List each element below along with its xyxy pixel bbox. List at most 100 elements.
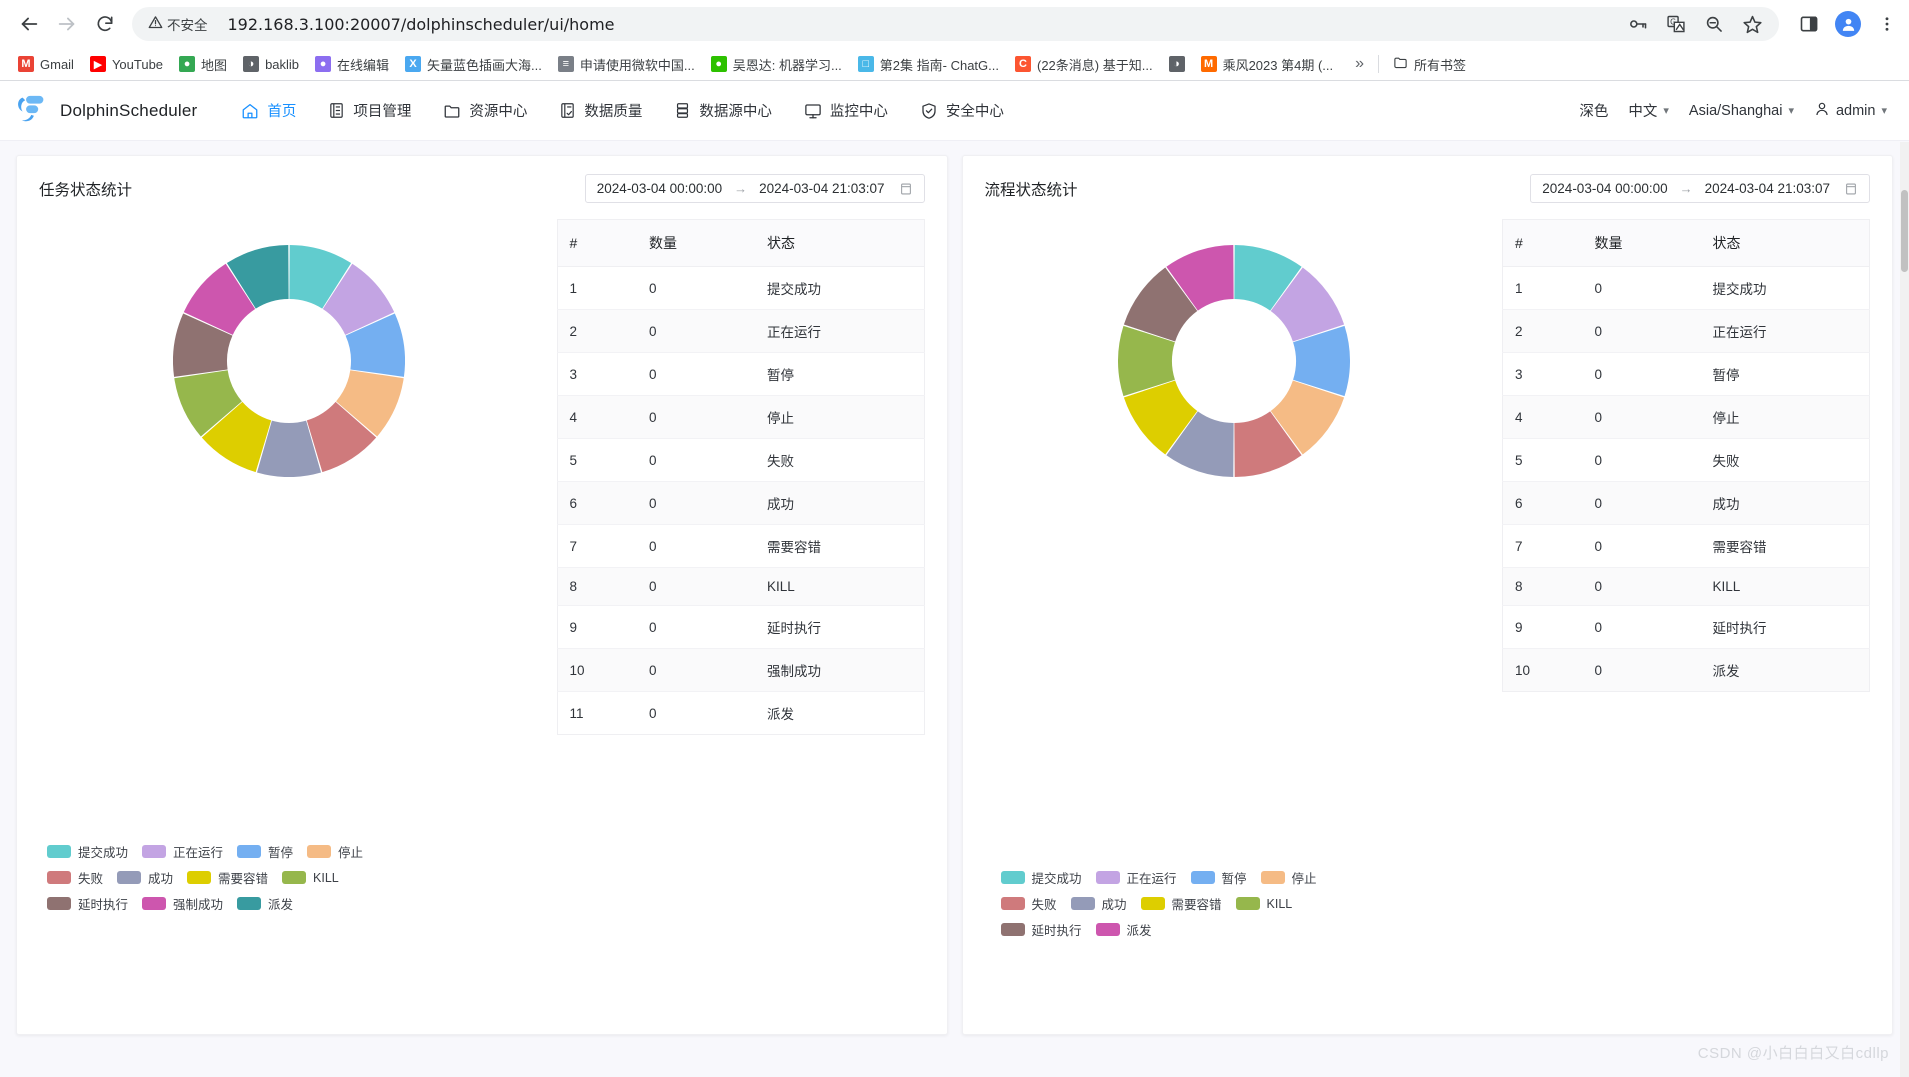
nav-item-2[interactable]: 项目管理 [314, 92, 425, 129]
cell-index: 3 [557, 352, 637, 396]
legend-item[interactable]: KILL [282, 868, 339, 887]
calendar-icon[interactable] [899, 182, 913, 196]
legend-item[interactable]: 正在运行 [1095, 868, 1177, 887]
bookmark-item[interactable]: C (22条消息) 基于知... [1007, 51, 1161, 78]
bookmark-item[interactable]: ● 吴恩达: 机器学习... [703, 51, 850, 78]
bookmark-item[interactable]: X 矢量蓝色插画大海... [397, 51, 550, 78]
back-arrow-icon[interactable] [12, 7, 46, 41]
legend-label: 停止 [338, 846, 364, 860]
cell-status: 成功 [1700, 481, 1870, 525]
donut-chart[interactable] [21, 219, 557, 735]
bookmarks-overflow-button[interactable]: » [1347, 51, 1372, 77]
legend-item[interactable]: 停止 [1260, 868, 1317, 887]
date-range-start[interactable]: 2024-03-04 00:00:00 [1542, 181, 1667, 196]
legend-item[interactable]: 派发 [1095, 920, 1152, 939]
legend-item[interactable]: 正在运行 [142, 842, 223, 861]
bookmark-item[interactable]: M Gmail [10, 52, 82, 76]
date-range-end[interactable]: 2024-03-04 21:03:07 [1705, 181, 1830, 196]
cell-count: 0 [1582, 309, 1701, 353]
cell-status: 暂停 [755, 352, 924, 396]
wechat-green-icon: ● [710, 56, 727, 72]
timezone-selector[interactable]: Asia/Shanghai ▾ [1689, 103, 1794, 119]
forward-arrow-icon[interactable] [50, 7, 84, 41]
bookmark-item[interactable]: ◑ baklib [235, 52, 307, 76]
cell-count: 0 [637, 438, 755, 482]
cell-count: 0 [637, 524, 755, 568]
legend-item[interactable]: 延时执行 [47, 894, 128, 913]
reload-icon[interactable] [88, 7, 122, 41]
chart-legend: 提交成功 正在运行 暂停 停止失败 成功 需要容错 KILL 延时执行 强制成功 派发 [27, 842, 447, 913]
legend-item[interactable]: 停止 [307, 842, 363, 861]
bookmarks-divider [1378, 55, 1380, 73]
bookmark-item[interactable]: ● 地图 [171, 51, 235, 78]
nav-item-7[interactable]: 安全中心 [906, 92, 1018, 129]
youtube-icon: ▶ [89, 56, 106, 72]
stats-table-wrapper: # 数量 状态 1 0 提交成功 2 0 正在运行 3 0 暂停 4 0 停止 5 0 失败 6 0 成功 7 0 需要容错 8… [556, 219, 925, 735]
legend-item[interactable]: 成功 [117, 868, 173, 887]
omnibox[interactable]: 不安全 192.168.3.100:20007/dolphinscheduler… [132, 7, 1779, 41]
theme-toggle[interactable]: 深色 [1579, 100, 1608, 121]
all-bookmarks-button[interactable]: 所有书签 [1385, 51, 1474, 78]
bookmark-item[interactable]: M 乘风2023 第4期 (... [1193, 51, 1342, 78]
nav-item-6[interactable]: 监控中心 [790, 92, 902, 129]
legend-item[interactable]: 延时执行 [1000, 920, 1082, 939]
table-row: 2 0 正在运行 [557, 309, 924, 353]
timezone-label: Asia/Shanghai [1688, 102, 1783, 119]
chrome-menu-icon[interactable] [1875, 12, 1899, 36]
calendar-icon[interactable] [1844, 182, 1858, 196]
cell-index: 7 [557, 524, 637, 568]
project-icon [328, 102, 345, 119]
bookmark-label: YouTube [111, 56, 164, 72]
legend-item[interactable]: 暂停 [1190, 868, 1247, 887]
translate-icon[interactable]: G [1665, 13, 1687, 35]
legend-item[interactable]: 成功 [1070, 894, 1127, 913]
bookmark-item[interactable]: □ 第2集 指南- ChatG... [850, 51, 1007, 78]
legend-item[interactable]: 需要容错 [1140, 894, 1222, 913]
nav-item-3[interactable]: 资源中心 [429, 92, 541, 129]
password-key-icon[interactable] [1627, 13, 1649, 35]
date-range-picker[interactable]: 2024-03-04 00:00:00 → 2024-03-04 21:03:07 [584, 174, 925, 203]
nav-item-5[interactable]: 数据源中心 [660, 92, 786, 129]
legend-item[interactable]: 强制成功 [142, 894, 223, 913]
nav-item-4[interactable]: 数据质量 [545, 92, 656, 129]
date-range-start[interactable]: 2024-03-04 00:00:00 [597, 181, 722, 196]
legend-item[interactable]: 暂停 [237, 842, 293, 861]
page-scrollbar[interactable] [1900, 142, 1909, 1077]
cell-count: 0 [1582, 567, 1701, 606]
side-panel-icon[interactable] [1797, 12, 1821, 36]
language-selector[interactable]: 中文 ▾ [1628, 100, 1669, 121]
legend-item[interactable]: 提交成功 [47, 842, 128, 861]
microsoft-apply-icon: ≡ [557, 56, 574, 72]
baklib-icon: ◑ [243, 56, 260, 72]
legend-item[interactable]: 失败 [47, 868, 103, 887]
donut-chart[interactable] [967, 219, 1503, 692]
bookmark-star-icon[interactable] [1741, 13, 1763, 35]
bookmark-item[interactable]: ≡ 申请使用微软中国... [550, 51, 703, 78]
cell-count: 0 [637, 605, 755, 649]
user-menu[interactable]: admin ▾ [1814, 101, 1887, 121]
cell-count: 0 [637, 481, 755, 525]
shield-check-icon [920, 102, 938, 120]
legend-item[interactable]: 需要容错 [187, 868, 268, 887]
app-header: DolphinScheduler 首页 项目管理 资源中心 数据质量 数据源中心 监控中心… [0, 81, 1909, 141]
date-range-picker[interactable]: 2024-03-04 00:00:00 → 2024-03-04 21:03:07 [1530, 174, 1870, 203]
legend-label: 停止 [1291, 872, 1317, 886]
zoom-out-icon[interactable] [1703, 13, 1725, 35]
legend-item[interactable]: 派发 [237, 894, 293, 913]
legend-item[interactable]: KILL [1235, 894, 1292, 913]
date-range-end[interactable]: 2024-03-04 21:03:07 [759, 181, 884, 196]
cell-status: 暂停 [1700, 352, 1870, 396]
scrollbar-thumb[interactable] [1901, 190, 1908, 272]
cell-status: KILL [755, 567, 924, 606]
legend-item[interactable]: 提交成功 [1000, 868, 1082, 887]
profile-avatar-icon[interactable] [1835, 11, 1861, 37]
bookmark-item[interactable]: ◑ [1161, 52, 1193, 76]
cell-index: 8 [557, 567, 637, 606]
brand-logo[interactable]: DolphinScheduler [14, 92, 197, 129]
security-status[interactable]: 不安全 [142, 11, 217, 37]
legend-item[interactable]: 失败 [1000, 894, 1057, 913]
legend-color-swatch [1000, 923, 1025, 936]
bookmark-item[interactable]: ● 在线编辑 [307, 51, 397, 78]
nav-item-1[interactable]: 首页 [227, 92, 310, 129]
bookmark-item[interactable]: ▶ YouTube [82, 52, 171, 76]
